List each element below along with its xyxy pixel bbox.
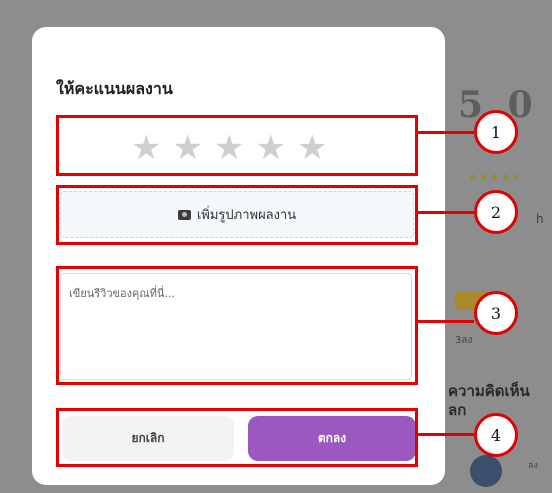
annotation-box [56, 115, 418, 176]
avatar [470, 455, 502, 487]
background-text: ลง [528, 461, 538, 471]
annotation-marker: 1 [474, 110, 518, 154]
modal-title: ให้คะแนนผลงาน [56, 79, 173, 98]
annotation-line [416, 131, 474, 134]
annotation-line [416, 320, 474, 323]
background-stars: ★★★★★ [468, 172, 523, 183]
background-text: h [536, 212, 544, 226]
annotation-box [56, 185, 418, 245]
annotation-line [416, 211, 474, 214]
annotation-marker: 4 [474, 413, 518, 457]
annotation-marker: 2 [474, 190, 518, 234]
background-text: 3ลง [455, 335, 473, 346]
annotation-marker: 3 [474, 291, 518, 335]
annotation-box [56, 408, 418, 467]
annotation-box [56, 266, 418, 385]
annotation-line [416, 433, 474, 436]
